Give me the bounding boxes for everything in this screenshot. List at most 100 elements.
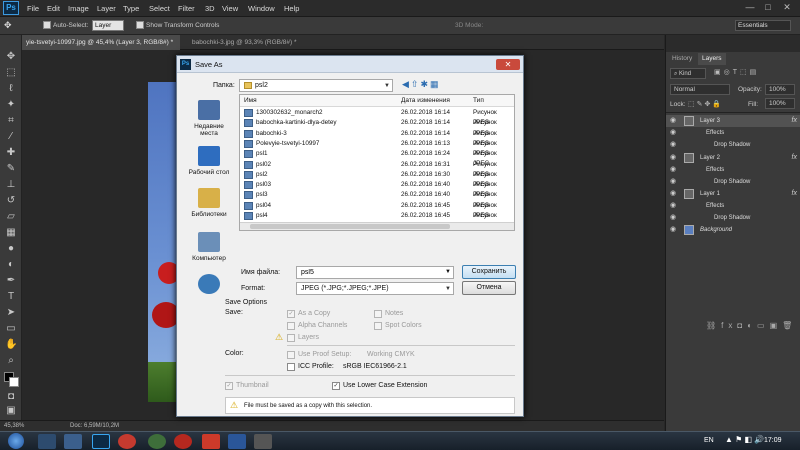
cancel-button[interactable]: Отмена: [462, 281, 516, 295]
place-network[interactable]: [185, 274, 233, 297]
opera-icon[interactable]: [174, 434, 192, 449]
place-recent[interactable]: Недавние места: [185, 100, 233, 137]
file-row[interactable]: babochki-3 26.02.2018 16:14 Рисунок JPEG: [240, 129, 514, 147]
filter-icons[interactable]: ▣◎T⬚▤: [714, 68, 794, 79]
save-button[interactable]: Сохранить: [462, 265, 516, 279]
menu-3d[interactable]: 3D: [205, 4, 215, 13]
file-row[interactable]: psl03 26.02.2018 16:40 Рисунок JPEG: [240, 180, 514, 198]
eye-icon[interactable]: ◉: [670, 127, 676, 139]
effects-row[interactable]: ◉ Effects: [666, 127, 800, 139]
clone-stamp-icon[interactable]: ⊥: [5, 179, 17, 191]
folder-nav-icons[interactable]: ◀⇧✱▦: [402, 79, 454, 92]
layer-row-layer-1[interactable]: ◉ Layer 1 fx: [666, 188, 800, 200]
file-row[interactable]: psl2 26.02.2018 16:30 Рисунок JPEG: [240, 170, 514, 188]
chrome-icon[interactable]: [148, 434, 166, 449]
minimize-button[interactable]: —: [744, 2, 756, 13]
eye-icon[interactable]: ◉: [670, 176, 676, 188]
col-date[interactable]: Дата изменения: [401, 95, 450, 107]
marquee-icon[interactable]: ⬚: [5, 67, 17, 79]
spot-colors-checkbox[interactable]: [374, 322, 382, 330]
lowercase-extension-checkbox[interactable]: ✓: [332, 382, 340, 390]
eye-icon[interactable]: ◉: [670, 139, 676, 151]
media-player-icon[interactable]: [64, 434, 82, 449]
screen-mode-icon[interactable]: ▣: [5, 405, 17, 417]
pen-icon[interactable]: ✒: [5, 275, 17, 287]
fx-icon[interactable]: fx: [792, 115, 797, 127]
word-icon[interactable]: [228, 434, 246, 449]
eraser-icon[interactable]: ▱: [5, 211, 17, 223]
eye-icon[interactable]: ◉: [670, 188, 676, 200]
dodge-icon[interactable]: ◐: [5, 259, 17, 271]
menu-layer[interactable]: Layer: [97, 4, 116, 13]
doc-tab-2[interactable]: babochki-3.jpg @ 93,3% (RGB/8#) *: [188, 35, 308, 50]
thumbnail-checkbox[interactable]: ✓: [225, 382, 233, 390]
explorer-icon[interactable]: [38, 434, 56, 449]
file-row[interactable]: babochka-kartinki-dlya-detey 26.02.2018 1…: [240, 118, 514, 137]
menu-select[interactable]: Select: [149, 4, 170, 13]
yandex-icon[interactable]: [118, 434, 136, 449]
eye-icon[interactable]: ◉: [670, 212, 676, 224]
zoom-icon[interactable]: ⌕: [5, 355, 17, 367]
menu-image[interactable]: Image: [68, 4, 89, 13]
path-selection-icon[interactable]: ➤: [5, 307, 17, 319]
tab-layers[interactable]: Layers: [698, 53, 726, 65]
chevron-down-icon[interactable]: ▼: [445, 269, 451, 275]
as-copy-checkbox[interactable]: ✓: [287, 310, 295, 318]
layer-row-layer-3[interactable]: ◉ Layer 3 fx: [666, 115, 800, 127]
maximize-button[interactable]: □: [762, 2, 774, 13]
tab-history[interactable]: History: [668, 53, 696, 65]
quick-mask-icon[interactable]: ◘: [5, 391, 17, 403]
hand-icon[interactable]: ✋: [5, 339, 17, 351]
move-icon[interactable]: ✥: [5, 51, 17, 63]
clock[interactable]: 17:09: [764, 437, 782, 444]
notes-checkbox[interactable]: [374, 310, 382, 318]
layer-row-layer-2[interactable]: ◉ Layer 2 fx: [666, 152, 800, 164]
gradient-icon[interactable]: ▦: [5, 227, 17, 239]
menu-edit[interactable]: Edit: [47, 4, 60, 13]
eye-icon[interactable]: ◉: [670, 152, 676, 164]
dialog-close-button[interactable]: ✕: [496, 59, 520, 70]
lock-icons[interactable]: ⬚✎✥🔒: [688, 100, 723, 108]
icc-profile-checkbox[interactable]: [287, 363, 295, 371]
start-button[interactable]: [8, 433, 24, 449]
place-libraries[interactable]: Библиотеки: [185, 188, 233, 218]
effects-row[interactable]: ◉ Effects: [666, 200, 800, 212]
doc-tab-active[interactable]: yie-tsvetyi-10997.jpg @ 45,4% (Layer 3, …: [22, 35, 180, 50]
col-name[interactable]: Имя: [244, 95, 257, 107]
layer-panel-footer-icons[interactable]: ⛓fx◘◐▭▣🗑: [706, 321, 797, 330]
shape-icon[interactable]: ▭: [5, 323, 17, 335]
auto-select-checkbox[interactable]: [43, 21, 51, 29]
show-transform-checkbox[interactable]: [136, 21, 144, 29]
zoom-level[interactable]: 45,38%: [4, 423, 24, 429]
layer-row-background[interactable]: ◉ Background: [666, 224, 800, 236]
history-brush-icon[interactable]: ↺: [5, 195, 17, 207]
layers-checkbox[interactable]: [287, 334, 295, 342]
lasso-icon[interactable]: ℓ: [5, 83, 17, 95]
effects-row[interactable]: ◉ Effects: [666, 164, 800, 176]
auto-select-dropdown[interactable]: Layer: [92, 20, 124, 31]
background-color-swatch[interactable]: [9, 377, 19, 387]
opacity-field[interactable]: 100%: [765, 84, 795, 95]
file-list[interactable]: Имя Дата изменения Тип 1300302632_monarc…: [239, 94, 515, 231]
place-computer[interactable]: Компьютер: [185, 232, 233, 262]
magic-wand-icon[interactable]: ✦: [5, 99, 17, 111]
fx-icon[interactable]: fx: [792, 152, 797, 164]
col-type[interactable]: Тип: [473, 95, 484, 107]
blend-mode-dropdown[interactable]: Normal: [670, 84, 730, 95]
move-tool-icon[interactable]: ✥: [4, 20, 22, 32]
eye-icon[interactable]: ◉: [670, 200, 676, 212]
menu-help[interactable]: Help: [284, 4, 299, 13]
file-row[interactable]: psl1 26.02.2018 16:24 Рисунок JPEG: [240, 149, 514, 167]
menu-filter[interactable]: Filter: [178, 4, 195, 13]
eye-icon[interactable]: ◉: [670, 164, 676, 176]
scrollbar-thumb[interactable]: [250, 224, 450, 229]
horizontal-scrollbar[interactable]: [240, 222, 514, 230]
type-icon[interactable]: T: [5, 291, 17, 303]
file-row[interactable]: psl04 26.02.2018 16:45 Рисунок JPEG: [240, 201, 514, 219]
brush-icon[interactable]: ✎: [5, 163, 17, 175]
fill-field[interactable]: 100%: [765, 98, 795, 109]
app-icon[interactable]: [202, 434, 220, 449]
workspace-dropdown[interactable]: Essentials: [735, 20, 791, 31]
eye-icon[interactable]: ◉: [670, 224, 676, 236]
alpha-channels-checkbox[interactable]: [287, 322, 295, 330]
